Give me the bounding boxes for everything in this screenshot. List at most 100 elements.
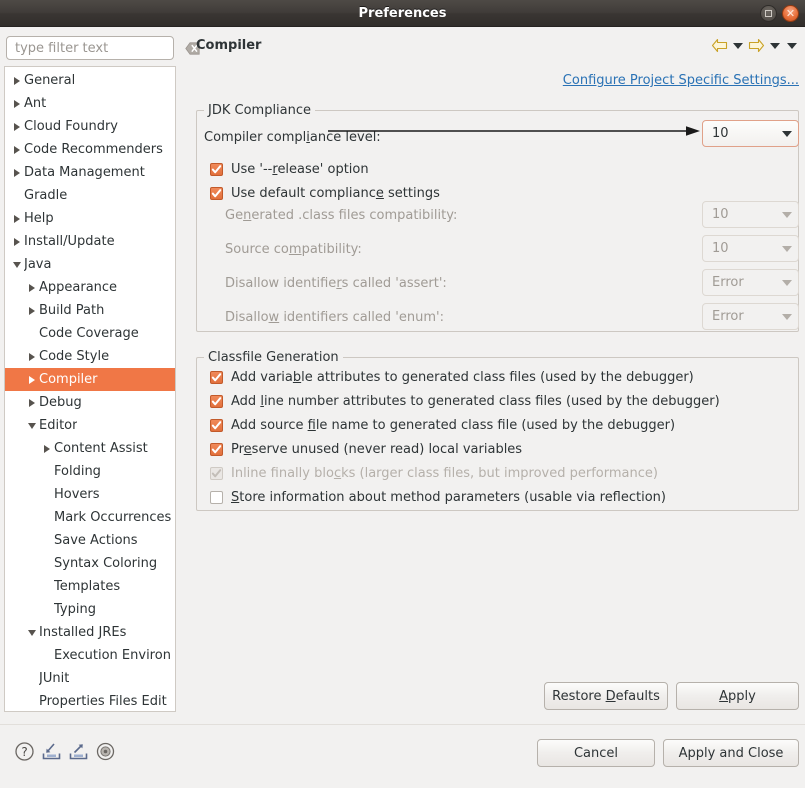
- sidebar-item-general[interactable]: General: [5, 69, 175, 92]
- sidebar-item-content-assist[interactable]: Content Assist: [5, 437, 175, 460]
- sidebar-item-compiler[interactable]: Compiler: [5, 368, 175, 391]
- compliance-level-label: Compiler compliance level:: [204, 129, 381, 145]
- sidebar-item-gradle[interactable]: Gradle: [5, 184, 175, 207]
- expand-arrow-icon[interactable]: [9, 99, 24, 108]
- expand-arrow-icon[interactable]: [9, 168, 24, 177]
- sidebar-item-installed-jres[interactable]: Installed JREs: [5, 621, 175, 644]
- checkbox-checked-icon[interactable]: [210, 162, 223, 176]
- view-menu-icon[interactable]: [787, 42, 797, 49]
- expand-arrow-icon[interactable]: [24, 398, 39, 407]
- footer-icon-bar: ?: [14, 741, 116, 762]
- compliance-level-combo[interactable]: 10: [702, 120, 799, 147]
- sidebar-item-label: Editor: [39, 418, 78, 433]
- filter-container: [6, 36, 200, 60]
- expand-arrow-icon[interactable]: [24, 352, 39, 361]
- expand-arrow-icon[interactable]: [39, 444, 54, 453]
- footer-divider: [0, 724, 805, 725]
- sidebar-item-install-update[interactable]: Install/Update: [5, 230, 175, 253]
- filter-box[interactable]: [6, 36, 200, 60]
- close-button[interactable]: ✕: [782, 5, 799, 22]
- help-icon[interactable]: ?: [14, 741, 35, 762]
- checkbox-checked-icon[interactable]: [210, 442, 223, 456]
- checkbox-checked-icon[interactable]: [210, 394, 223, 408]
- sidebar-item-label: Save Actions: [54, 533, 138, 548]
- checkbox-row[interactable]: Add line number attributes to generated …: [210, 391, 720, 411]
- apply-button[interactable]: Apply: [676, 682, 799, 710]
- sidebar-item-code-coverage[interactable]: Code Coverage: [5, 322, 175, 345]
- configure-project-settings-link[interactable]: Configure Project Specific Settings...: [563, 73, 799, 88]
- maximize-button[interactable]: [760, 5, 777, 22]
- sidebar-item-syntax-coloring[interactable]: Syntax Coloring: [5, 552, 175, 575]
- sidebar-item-save-actions[interactable]: Save Actions: [5, 529, 175, 552]
- collapse-arrow-icon[interactable]: [9, 261, 24, 268]
- expand-arrow-icon[interactable]: [9, 145, 24, 154]
- expand-arrow-icon[interactable]: [24, 306, 39, 315]
- sidebar-item-mark-occurrences[interactable]: Mark Occurrences: [5, 506, 175, 529]
- apply-label: Apply: [719, 688, 756, 704]
- settings-target-icon[interactable]: [95, 741, 116, 762]
- sidebar-item-typing[interactable]: Typing: [5, 598, 175, 621]
- page-title: Compiler: [196, 38, 262, 53]
- checkbox-row: Inline finally blocks (larger class file…: [210, 463, 658, 483]
- checkbox-row[interactable]: Use default compliance settings: [210, 183, 440, 203]
- sidebar-item-debug[interactable]: Debug: [5, 391, 175, 414]
- checkbox-row[interactable]: Use '--release' option: [210, 159, 369, 179]
- sidebar-item-java[interactable]: Java: [5, 253, 175, 276]
- restore-defaults-button[interactable]: Restore Defaults: [544, 682, 668, 710]
- sidebar-item-junit[interactable]: JUnit: [5, 667, 175, 690]
- collapse-arrow-icon[interactable]: [24, 629, 39, 636]
- checkbox-checked-icon[interactable]: [210, 418, 223, 432]
- expand-arrow-icon[interactable]: [9, 76, 24, 85]
- maximize-icon: [765, 10, 772, 17]
- sidebar-item-execution-environ[interactable]: Execution Environ: [5, 644, 175, 667]
- sidebar-item-ant[interactable]: Ant: [5, 92, 175, 115]
- sidebar-item-label: Installed JREs: [39, 625, 127, 640]
- expand-arrow-icon[interactable]: [24, 375, 39, 384]
- checkbox-row[interactable]: Store information about method parameter…: [210, 487, 666, 507]
- close-icon: ✕: [785, 7, 796, 20]
- sidebar-item-folding[interactable]: Folding: [5, 460, 175, 483]
- checkbox-row[interactable]: Preserve unused (never read) local varia…: [210, 439, 522, 459]
- collapse-arrow-icon[interactable]: [24, 422, 39, 429]
- sidebar-item-templates[interactable]: Templates: [5, 575, 175, 598]
- search-input[interactable]: [15, 38, 185, 58]
- checkbox-row[interactable]: Add variable attributes to generated cla…: [210, 367, 694, 387]
- checkbox-row[interactable]: Add source file name to generated class …: [210, 415, 675, 435]
- title-bar: Preferences ✕: [0, 0, 805, 27]
- apply-and-close-label: Apply and Close: [678, 745, 784, 761]
- sidebar-item-help[interactable]: Help: [5, 207, 175, 230]
- sidebar-item-cloud-foundry[interactable]: Cloud Foundry: [5, 115, 175, 138]
- sidebar-item-label: Templates: [54, 579, 121, 594]
- cancel-button[interactable]: Cancel: [537, 739, 655, 767]
- export-preferences-icon[interactable]: [68, 741, 89, 762]
- chevron-down-icon: [782, 211, 792, 218]
- checkbox-label: Preserve unused (never read) local varia…: [231, 441, 523, 457]
- forward-arrow-icon[interactable]: [748, 38, 765, 53]
- forward-dropdown-icon[interactable]: [770, 42, 780, 49]
- sidebar-item-appearance[interactable]: Appearance: [5, 276, 175, 299]
- expand-arrow-icon[interactable]: [9, 214, 24, 223]
- cancel-label: Cancel: [573, 745, 619, 761]
- navigation-toolbar: [711, 38, 799, 53]
- sidebar-item-data-management[interactable]: Data Management: [5, 161, 175, 184]
- compliance-level-label-row: Compiler compliance level:: [204, 124, 381, 150]
- sidebar-item-properties-files-edit[interactable]: Properties Files Edit: [5, 690, 175, 711]
- sidebar-item-code-style[interactable]: Code Style: [5, 345, 175, 368]
- compliance-level-value: 10: [712, 126, 729, 141]
- back-dropdown-icon[interactable]: [733, 42, 743, 49]
- sidebar-item-build-path[interactable]: Build Path: [5, 299, 175, 322]
- sidebar-item-code-recommenders[interactable]: Code Recommenders: [5, 138, 175, 161]
- sidebar-item-editor[interactable]: Editor: [5, 414, 175, 437]
- expand-arrow-icon[interactable]: [24, 283, 39, 292]
- expand-arrow-icon[interactable]: [9, 122, 24, 131]
- checkbox-checked-icon[interactable]: [210, 370, 223, 384]
- preferences-dialog: Preferences ✕ General Ant Cloud Foundry Cod…: [0, 0, 805, 788]
- sidebar-item-hovers[interactable]: Hovers: [5, 483, 175, 506]
- apply-and-close-button[interactable]: Apply and Close: [663, 739, 799, 767]
- preferences-tree[interactable]: General Ant Cloud Foundry Code Recommenders…: [4, 66, 176, 712]
- expand-arrow-icon[interactable]: [9, 237, 24, 246]
- back-arrow-icon[interactable]: [711, 38, 728, 53]
- checkbox-unchecked-icon[interactable]: [210, 490, 223, 504]
- checkbox-checked-icon[interactable]: [210, 186, 223, 200]
- import-preferences-icon[interactable]: [41, 741, 62, 762]
